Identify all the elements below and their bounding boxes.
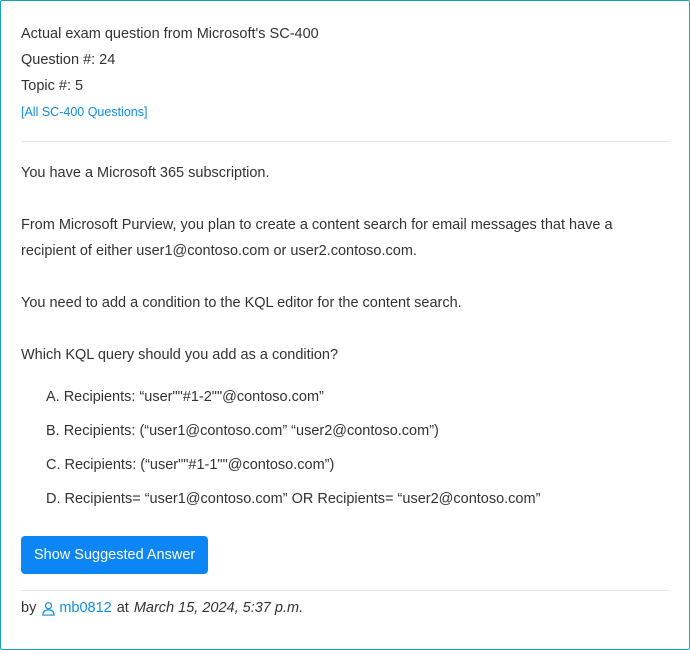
username-link[interactable]: mb0812 [59,591,111,625]
all-questions-link[interactable]: [All SC-400 Questions] [21,99,147,125]
show-suggested-answer-button[interactable]: Show Suggested Answer [21,536,209,574]
choice-letter: D. [46,491,61,507]
post-timestamp: March 15, 2024, 5:37 p.m. [133,600,304,616]
by-label: by [21,600,37,616]
choice-letter: A. [46,389,60,405]
question-header: Actual exam question from Microsoft's SC… [21,21,669,125]
question-prompt: Which KQL query should you add as a cond… [21,347,339,363]
choice-letter: C. [46,457,61,473]
answer-choices: A. Recipients: “user""#1-2""@contoso.com”… [21,386,669,510]
choice-text: Recipients= “user1@contoso.com” OR Recip… [64,491,541,507]
question-body: You have a Microsoft 365 subscription. F… [21,160,669,368]
question-paragraph: From Microsoft Purview, you plan to crea… [21,217,613,259]
choice-c[interactable]: C. Recipients: (“user""#1-1""@contoso.com… [46,454,669,476]
at-label: at [116,600,129,616]
user-icon [41,601,56,616]
choice-d[interactable]: D. Recipients= “user1@contoso.com” OR Rec… [46,488,669,510]
question-number: Question #: 24 [21,52,116,68]
header-divider [21,141,669,142]
question-card: Actual exam question from Microsoft's SC… [0,0,690,650]
choice-a[interactable]: A. Recipients: “user""#1-2""@contoso.com” [46,386,669,408]
choice-b[interactable]: B. Recipients: (“user1@contoso.com” “user… [46,420,669,442]
byline: by mb0812 at March 15, 2024, 5:37 p.m. [21,591,669,625]
choice-letter: B. [46,423,60,439]
choice-text: Recipients: “user""#1-2""@contoso.com” [63,389,324,405]
topic-number: Topic #: 5 [21,78,84,94]
exam-title: Actual exam question from Microsoft's SC… [21,26,319,42]
choice-text: Recipients: (“user1@contoso.com” “user2@… [63,423,439,439]
question-paragraph: You need to add a condition to the KQL e… [21,295,462,311]
question-paragraph: You have a Microsoft 365 subscription. [21,165,270,181]
choice-text: Recipients: (“user""#1-1""@contoso.com”) [64,457,335,473]
